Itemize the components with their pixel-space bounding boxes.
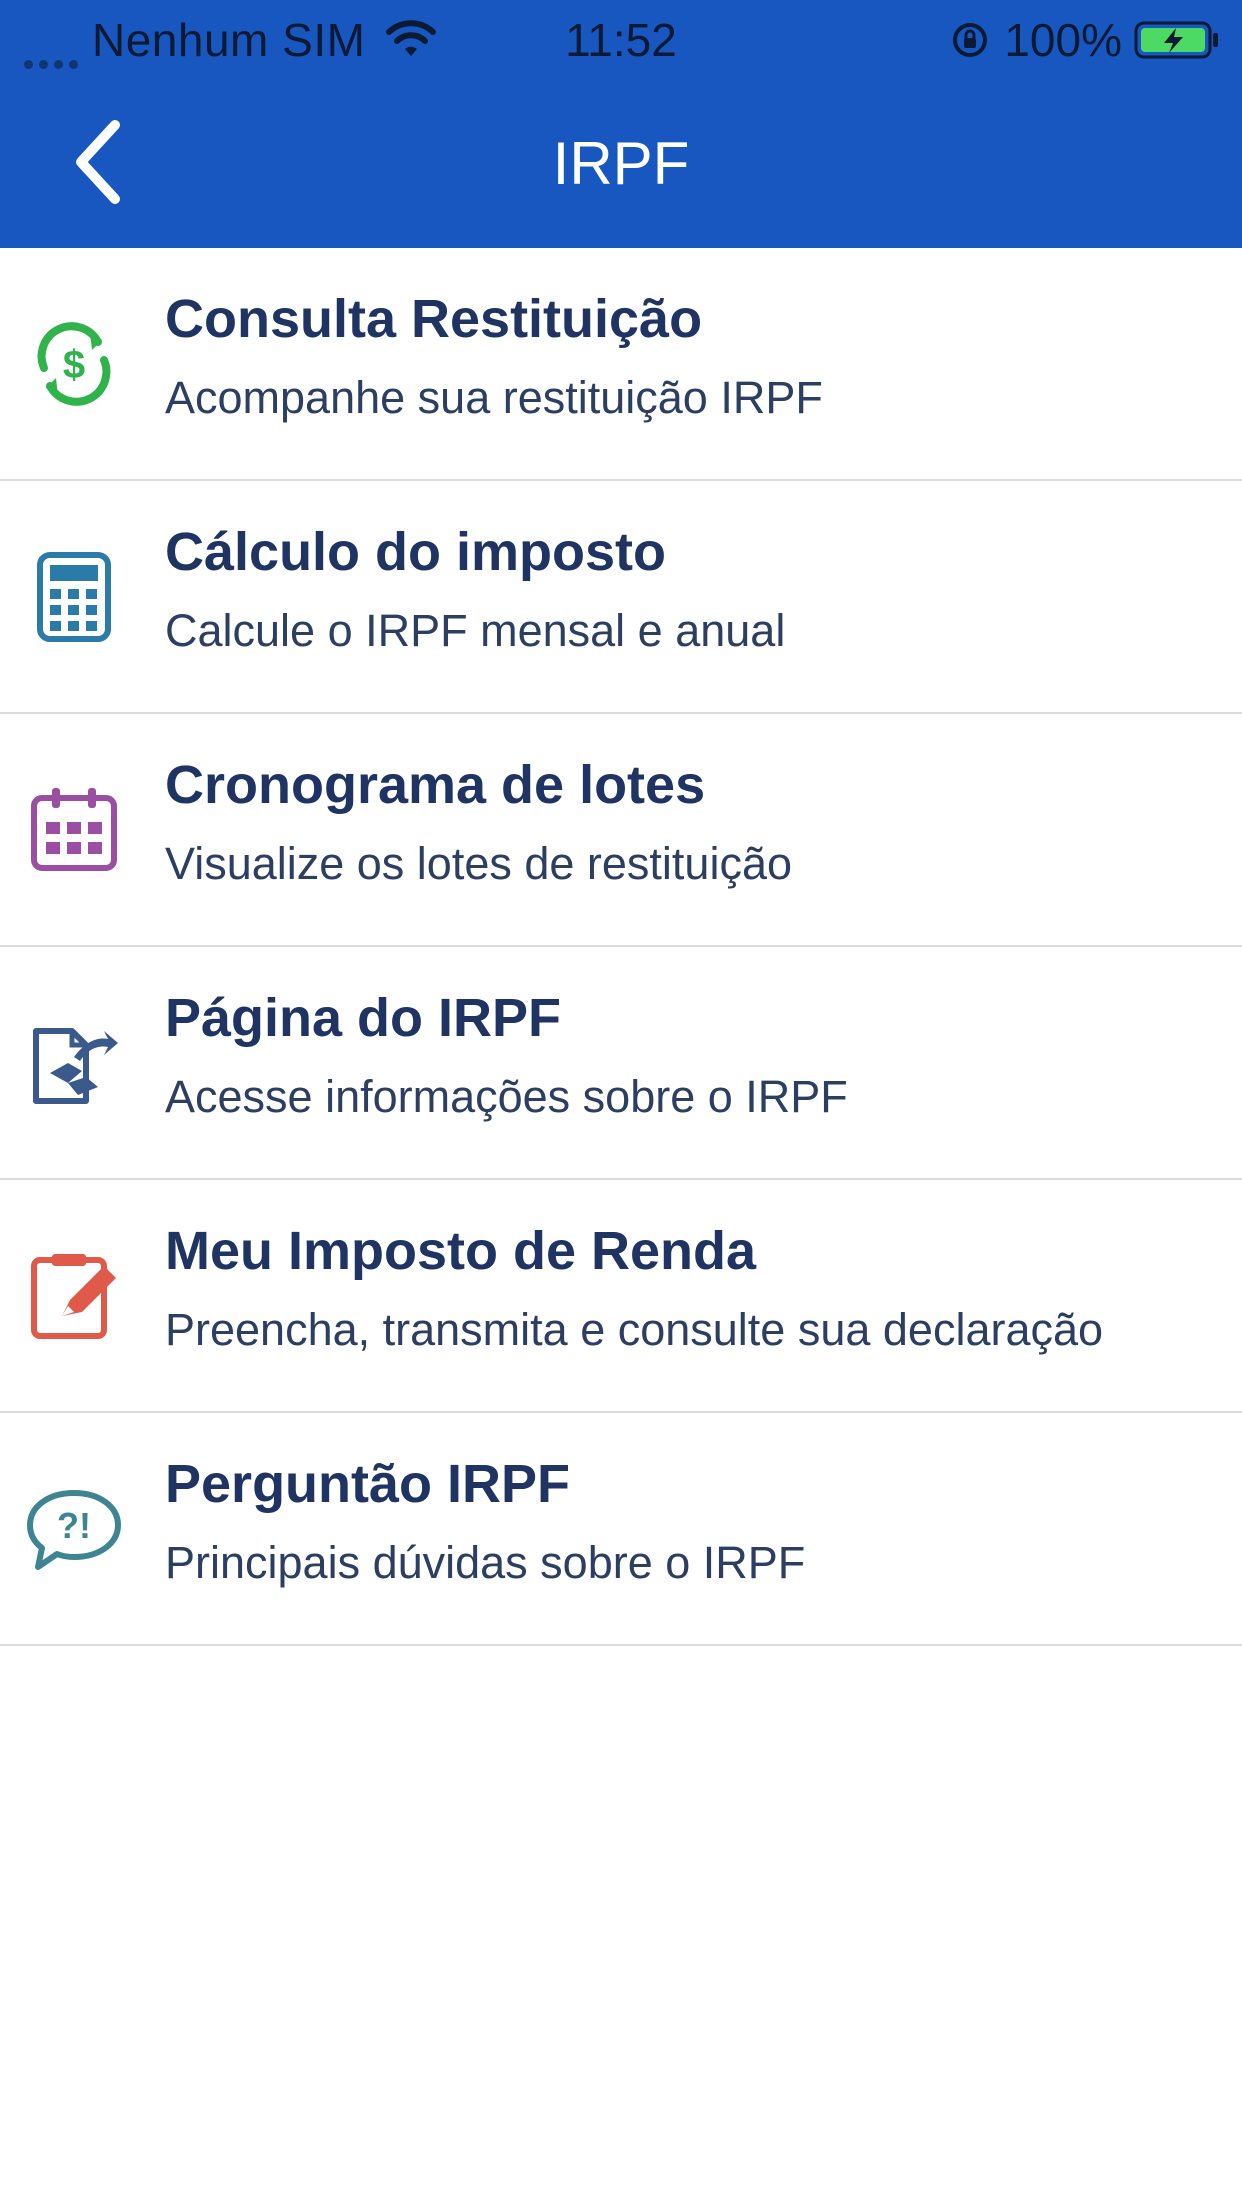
battery-percent: 100% bbox=[1004, 14, 1122, 66]
menu-item-subtitle: Preencha, transmita e consulte sua decla… bbox=[165, 1304, 1104, 1355]
calculator-icon bbox=[24, 547, 124, 647]
status-right: 100% bbox=[950, 12, 1220, 68]
menu-item-subtitle: Acompanhe sua restituição IRPF bbox=[165, 372, 823, 423]
menu-item-subtitle: Principais dúvidas sobre o IRPF bbox=[165, 1537, 806, 1588]
menu-item-subtitle: Acesse informações sobre o IRPF bbox=[165, 1071, 848, 1122]
menu-item-cronograma-lotes[interactable]: Cronograma de lotes Visualize os lotes d… bbox=[0, 714, 1242, 947]
header: Nenhum SIM 11:52 100% IRPF bbox=[0, 0, 1242, 248]
menu-item-title: Cronograma de lotes bbox=[165, 755, 706, 815]
calendar-icon bbox=[24, 780, 124, 880]
battery-charging-icon bbox=[1134, 19, 1220, 61]
menu-item-subtitle: Calcule o IRPF mensal e anual bbox=[165, 605, 786, 656]
menu-item-title: Página do IRPF bbox=[165, 988, 562, 1048]
dollar-refresh-icon: $ bbox=[24, 314, 124, 414]
menu-item-calculo-imposto[interactable]: Cálculo do imposto Calcule o IRPF mensal… bbox=[0, 481, 1242, 714]
question-bubble-icon: ?! bbox=[24, 1479, 124, 1579]
menu-item-consulta-restituicao[interactable]: $ Consulta Restituição Acompanhe sua res… bbox=[0, 248, 1242, 481]
document-share-icon bbox=[24, 1013, 124, 1113]
rotation-lock-icon bbox=[950, 20, 990, 60]
menu-item-title: Consulta Restituição bbox=[165, 289, 703, 349]
svg-text:?!: ?! bbox=[57, 1505, 91, 1546]
page-title: IRPF bbox=[552, 130, 690, 197]
edit-document-icon bbox=[24, 1246, 124, 1346]
menu-item-perguntao-irpf[interactable]: ?! Perguntão IRPF Principais dúvidas sob… bbox=[0, 1413, 1242, 1646]
nav-bar: IRPF bbox=[0, 80, 1242, 248]
menu-item-subtitle: Visualize os lotes de restituição bbox=[165, 838, 793, 889]
menu-item-title: Meu Imposto de Renda bbox=[165, 1221, 757, 1281]
menu-item-pagina-irpf[interactable]: Página do IRPF Acesse informações sobre … bbox=[0, 947, 1242, 1180]
svg-text:$: $ bbox=[63, 343, 85, 387]
status-bar: Nenhum SIM 11:52 100% bbox=[0, 0, 1242, 80]
menu-list: $ Consulta Restituição Acompanhe sua res… bbox=[0, 248, 1242, 1646]
menu-item-title: Cálculo do imposto bbox=[165, 522, 667, 582]
menu-item-meu-imposto-renda[interactable]: Meu Imposto de Renda Preencha, transmita… bbox=[0, 1180, 1242, 1413]
menu-item-title: Perguntão IRPF bbox=[165, 1454, 571, 1514]
